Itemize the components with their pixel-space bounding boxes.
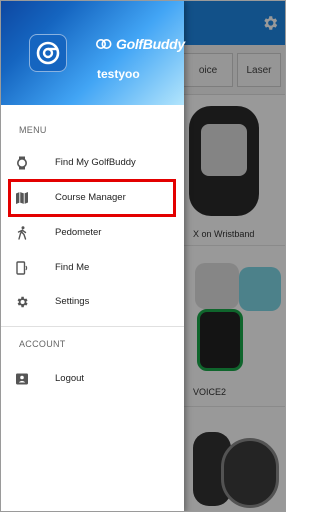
drawer-header: GolfBuddy testyoo	[1, 1, 185, 105]
brand-logo-text: GolfBuddy	[116, 36, 185, 52]
menu-item-label: Settings	[55, 296, 90, 307]
app-frame: oice Laser X on Wristband VOICE2 GolfBud…	[0, 0, 286, 512]
username: testyoo	[97, 67, 140, 81]
golfbuddy-logo-icon	[36, 41, 60, 65]
highlight-box	[8, 179, 176, 217]
menu-item-label: Find Me	[55, 262, 90, 273]
walking-icon	[17, 226, 27, 240]
menu-item-settings[interactable]: Settings	[1, 286, 184, 318]
watch-icon	[17, 156, 27, 170]
brand-mark-icon	[96, 39, 112, 49]
id-card-icon	[16, 373, 28, 385]
app-icon	[29, 34, 67, 72]
section-divider	[1, 326, 184, 327]
menu-item-label: Logout	[55, 373, 85, 384]
menu-item-label: Find My GolfBuddy	[55, 157, 136, 168]
menu-section-label: MENU	[19, 125, 47, 135]
menu-item-find-my-golfbuddy[interactable]: Find My GolfBuddy	[1, 147, 184, 179]
gear-icon	[17, 296, 28, 308]
menu-item-pedometer[interactable]: Pedometer	[1, 217, 184, 249]
menu-item-label: Pedometer	[55, 227, 102, 238]
phone-signal-icon	[16, 261, 28, 275]
menu-item-logout[interactable]: Logout	[1, 363, 184, 395]
brand-logo: GolfBuddy	[96, 36, 185, 52]
navigation-drawer: GolfBuddy testyoo MENU Find My GolfBuddy…	[1, 1, 185, 511]
menu-item-find-me[interactable]: Find Me	[1, 252, 184, 284]
account-section-label: ACCOUNT	[19, 339, 66, 349]
